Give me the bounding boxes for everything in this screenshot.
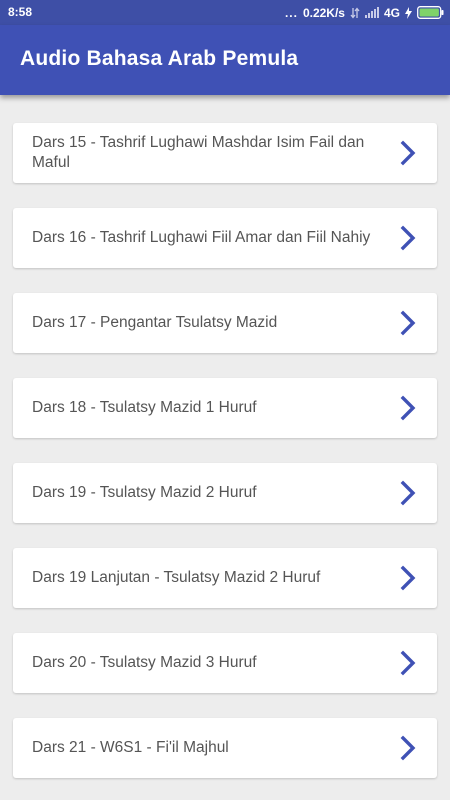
chevron-right-icon — [400, 735, 416, 761]
list-item[interactable]: Dars 15 - Tashrif Lughawi Mashdar Isim F… — [13, 123, 437, 183]
chevron-right-icon — [400, 565, 416, 591]
list-item[interactable]: Dars 17 - Pengantar Tsulatsy Mazid — [13, 293, 437, 353]
chevron-right-icon — [400, 140, 416, 166]
status-time: 8:58 — [8, 5, 33, 19]
status-icons: ... 0.22K/s 4G — [285, 4, 444, 21]
chevron-right-icon — [400, 225, 416, 251]
list-item-label: Dars 19 - Tsulatsy Mazid 2 Huruf — [32, 484, 257, 501]
network-type: 4G — [383, 5, 400, 20]
chevron-right-icon — [400, 395, 416, 421]
charging-icon — [405, 6, 412, 19]
chevron-right-icon — [400, 480, 416, 506]
list-item[interactable]: Dars 18 - Tsulatsy Mazid 1 Huruf — [13, 378, 437, 438]
list-item-label: Dars 19 Lanjutan - Tsulatsy Mazid 2 Huru… — [32, 569, 321, 586]
list-item[interactable]: Dars 19 - Tsulatsy Mazid 2 Huruf — [13, 463, 437, 523]
list-item-label: Dars 15 - Tashrif Lughawi Mashdar Isim F… — [32, 134, 365, 171]
list-item[interactable]: Dars 16 - Tashrif Lughawi Fiil Amar dan … — [13, 208, 437, 268]
app-title: Audio Bahasa Arab Pemula — [20, 47, 299, 70]
list-item-label: Dars 20 - Tsulatsy Mazid 3 Huruf — [32, 654, 257, 671]
list-item[interactable]: Dars 19 Lanjutan - Tsulatsy Mazid 2 Huru… — [13, 548, 437, 608]
battery-icon — [417, 6, 444, 19]
list-item[interactable]: Dars 21 - W6S1 - Fi'il Majhul — [13, 718, 437, 778]
notification-dots: ... — [284, 5, 298, 20]
app-bar: Audio Bahasa Arab Pemula — [0, 25, 450, 95]
list-item-label: Dars 21 - W6S1 - Fi'il Majhul — [32, 739, 229, 756]
list-item-label: Dars 18 - Tsulatsy Mazid 1 Huruf — [32, 399, 257, 416]
chevron-right-icon — [400, 310, 416, 336]
list-item[interactable]: Dars 20 - Tsulatsy Mazid 3 Huruf — [13, 633, 437, 693]
data-transfer-icon — [350, 6, 360, 19]
list-item-label: Dars 16 - Tashrif Lughawi Fiil Amar dan … — [32, 229, 371, 246]
list-item-label: Dars 17 - Pengantar Tsulatsy Mazid — [32, 314, 278, 331]
lesson-list[interactable]: Dars 15 - Tashrif Lughawi Mashdar Isim F… — [0, 95, 450, 800]
chevron-right-icon — [400, 650, 416, 676]
status-bar: 8:58 ... 0.22K/s 4G — [0, 0, 450, 25]
signal-icon — [364, 7, 379, 18]
network-speed: 0.22K/s — [302, 5, 345, 20]
